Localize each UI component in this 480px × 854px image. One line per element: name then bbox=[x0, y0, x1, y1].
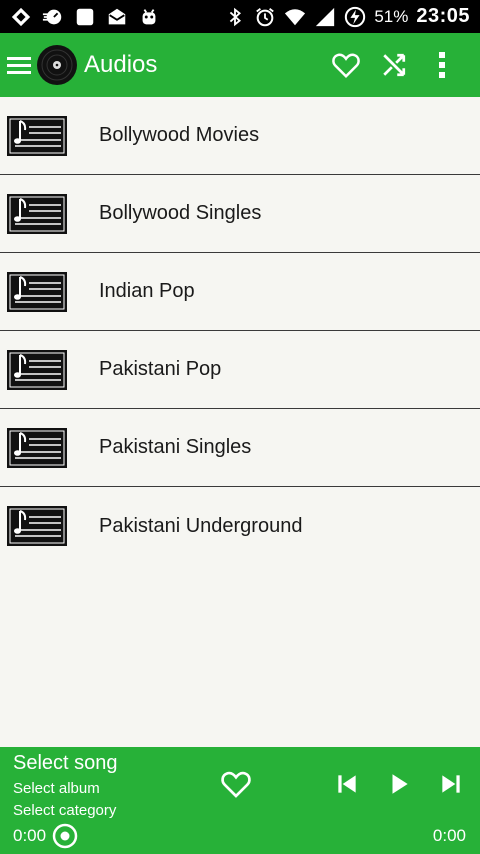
square-icon bbox=[74, 6, 96, 28]
more-vert-icon bbox=[439, 52, 445, 78]
bug-icon bbox=[138, 6, 160, 28]
list-item-label: Pakistani Underground bbox=[99, 514, 303, 537]
category-list: Bollywood Movies Bollywood Singles India… bbox=[0, 97, 480, 565]
skip-next-icon bbox=[442, 775, 460, 793]
player-favorite-button[interactable] bbox=[220, 769, 252, 801]
seek-knob-icon[interactable] bbox=[52, 823, 78, 849]
play-icon bbox=[392, 774, 408, 794]
vinyl-disc-icon bbox=[36, 44, 78, 86]
status-bar: 51% 23:05 bbox=[0, 0, 480, 33]
list-item-label: Pakistani Pop bbox=[99, 358, 222, 380]
next-button[interactable] bbox=[438, 771, 464, 797]
music-note-list-icon bbox=[7, 115, 67, 156]
music-note-list-icon bbox=[7, 349, 67, 390]
signal-icon bbox=[314, 6, 336, 28]
favorites-button[interactable] bbox=[322, 41, 370, 89]
album-selector[interactable]: Select album bbox=[13, 780, 100, 797]
list-item-label: Bollywood Movies bbox=[99, 124, 260, 146]
wifi-icon bbox=[284, 6, 306, 28]
shuffle-icon bbox=[383, 53, 406, 77]
page-title: Audios bbox=[84, 51, 158, 78]
category-selector[interactable]: Select category bbox=[13, 802, 116, 819]
battery-charging-icon bbox=[344, 6, 366, 28]
music-note-list-icon bbox=[7, 506, 67, 546]
clock: 23:05 bbox=[416, 5, 470, 27]
previous-button[interactable] bbox=[334, 771, 360, 797]
play-button[interactable] bbox=[386, 771, 412, 797]
list-item[interactable]: Pakistani Underground bbox=[0, 487, 480, 565]
menu-icon bbox=[7, 57, 31, 74]
elapsed-time: 0:00 bbox=[13, 826, 47, 845]
list-item[interactable]: Bollywood Singles bbox=[0, 175, 480, 253]
list-item[interactable]: Indian Pop bbox=[0, 253, 480, 331]
bluetooth-icon bbox=[224, 6, 246, 28]
mail-icon bbox=[106, 6, 128, 28]
music-note-list-icon bbox=[7, 427, 67, 468]
music-note-list-icon bbox=[7, 193, 67, 234]
skip-previous-icon bbox=[338, 775, 356, 793]
list-item-label: Bollywood Singles bbox=[99, 202, 262, 224]
music-note-list-icon bbox=[7, 271, 67, 312]
dropbox-icon bbox=[10, 6, 32, 28]
speed-icon bbox=[42, 6, 64, 28]
song-title[interactable]: Select song bbox=[13, 752, 118, 775]
list-item-label: Pakistani Singles bbox=[99, 436, 252, 458]
list-item[interactable]: Pakistani Pop bbox=[0, 331, 480, 409]
shuffle-button[interactable] bbox=[370, 41, 418, 89]
total-time: 0:00 bbox=[432, 826, 466, 845]
mini-player: Select song Select album Select category… bbox=[0, 747, 480, 854]
menu-button[interactable] bbox=[4, 45, 34, 85]
app-bar: Audios bbox=[0, 33, 480, 97]
list-item-label: Indian Pop bbox=[99, 280, 195, 302]
more-options-button[interactable] bbox=[418, 41, 466, 89]
list-item[interactable]: Pakistani Singles bbox=[0, 409, 480, 487]
battery-percentage: 51% bbox=[374, 6, 409, 26]
heart-icon bbox=[221, 771, 251, 798]
list-item[interactable]: Bollywood Movies bbox=[0, 97, 480, 175]
alarm-icon bbox=[254, 6, 276, 28]
heart-icon bbox=[332, 53, 360, 79]
